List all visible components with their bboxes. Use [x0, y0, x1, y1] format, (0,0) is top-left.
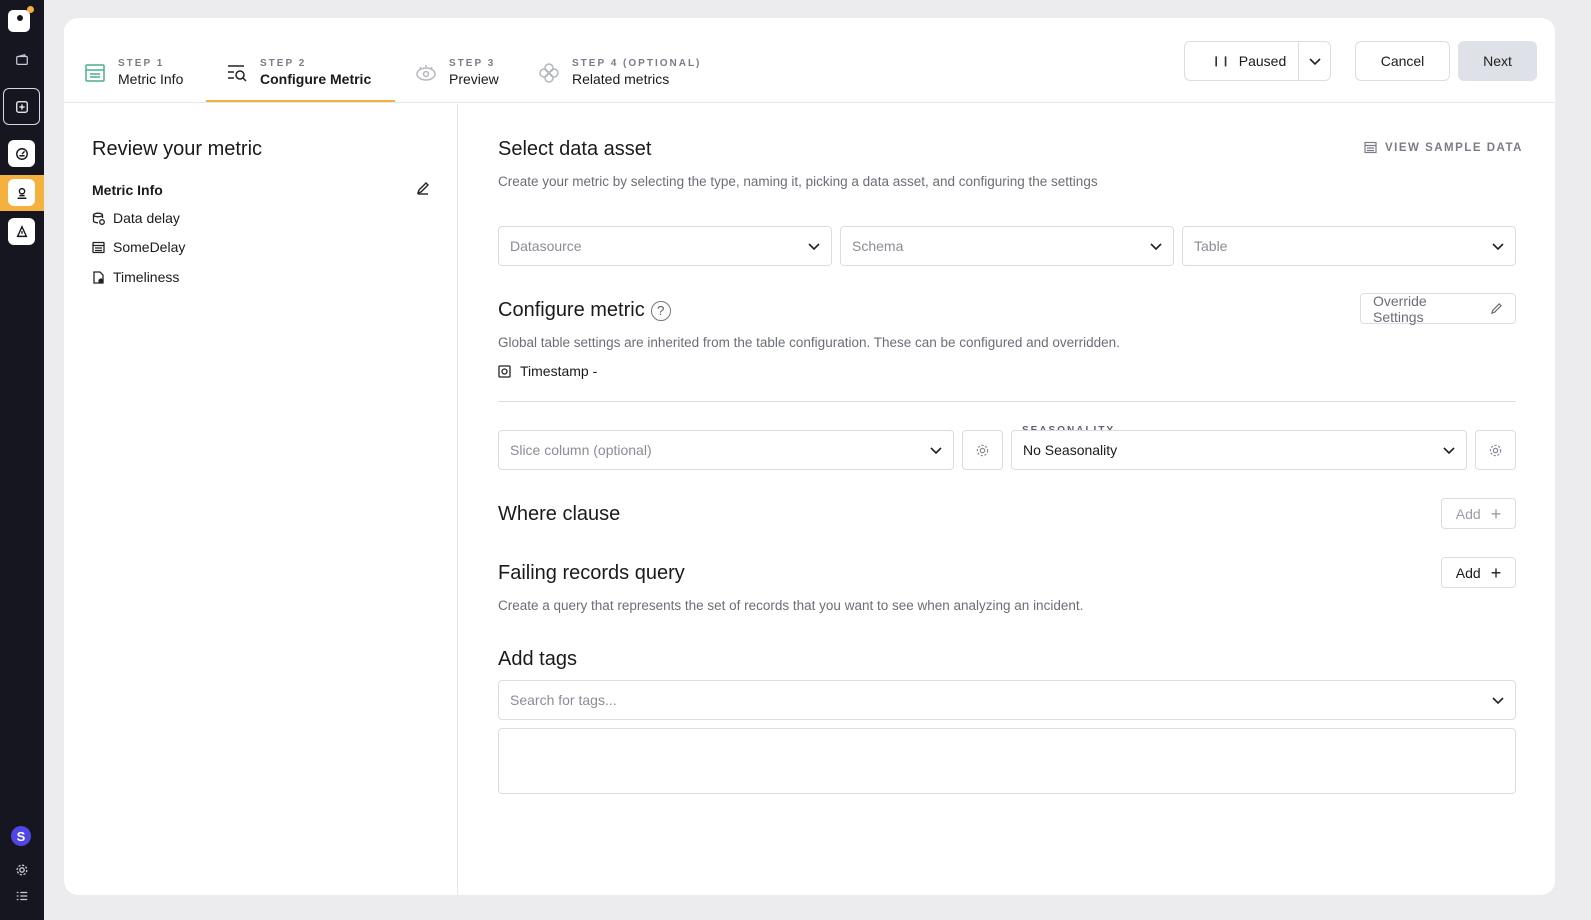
- table-icon: [1364, 141, 1377, 154]
- frame-select-icon[interactable]: [3, 88, 40, 125]
- gear-icon: [976, 444, 989, 456]
- status-dropdown[interactable]: ❙❙ Paused: [1184, 41, 1331, 81]
- review-item-somedelay: SomeDelay: [92, 239, 185, 255]
- plus-icon: +: [1490, 562, 1502, 583]
- tags-area[interactable]: [498, 728, 1516, 794]
- chevron-down-icon: [1443, 447, 1455, 455]
- divider: [498, 401, 1516, 402]
- review-item-data-delay: Data delay: [92, 210, 180, 226]
- slice-column-select[interactable]: Slice column (optional): [498, 430, 954, 470]
- step-name: Related metrics: [572, 71, 670, 87]
- review-item-label: Timeliness: [113, 269, 180, 285]
- chevron-down-icon: [930, 447, 942, 455]
- seasonality-settings-button[interactable]: [1475, 430, 1516, 470]
- list-icon[interactable]: [8, 882, 35, 909]
- step-metric-info[interactable]: STEP 1 Metric Info: [84, 58, 183, 88]
- table-icon: [92, 241, 105, 253]
- chevron-down-icon: [808, 243, 820, 251]
- monitor-icon[interactable]: [8, 179, 35, 206]
- step-label: STEP 4 (OPTIONAL): [572, 58, 702, 69]
- step-related-metrics[interactable]: STEP 4 (OPTIONAL) Related metrics: [538, 58, 701, 88]
- cancel-button[interactable]: Cancel: [1355, 41, 1450, 81]
- status-button[interactable]: ❙❙ Paused: [1185, 53, 1298, 69]
- failing-records-title: Failing records query: [498, 562, 685, 584]
- chevron-down-icon: [1150, 243, 1162, 251]
- seasonality-select[interactable]: No Seasonality: [1011, 430, 1467, 470]
- chevron-down-icon: [1492, 697, 1504, 705]
- active-step-underline: [206, 100, 395, 102]
- chevron-down-icon: [1492, 243, 1504, 251]
- table-select[interactable]: Table: [1182, 226, 1516, 266]
- step-configure-metric[interactable]: STEP 2 Configure Metric: [226, 58, 371, 88]
- view-sample-data-link[interactable]: VIEW SAMPLE DATA: [1364, 141, 1523, 154]
- gear-icon: [1489, 444, 1502, 456]
- configure-search-icon: [226, 62, 248, 84]
- timestamp-icon: [498, 364, 511, 378]
- avatar[interactable]: S: [11, 826, 31, 846]
- settings-icon[interactable]: [8, 856, 35, 883]
- data-delay-icon: [92, 212, 105, 225]
- status-label: Paused: [1238, 53, 1287, 69]
- chevron-down-icon[interactable]: [1299, 54, 1330, 68]
- slice-settings-button[interactable]: [962, 430, 1003, 470]
- step-label: STEP 2: [260, 58, 307, 69]
- failing-records-description: Create a query that represents the set o…: [498, 598, 1084, 613]
- step-preview[interactable]: STEP 3 Preview: [415, 58, 499, 88]
- metric-editor-card: STEP 1 Metric Info STEP 2 Configure Metr…: [64, 18, 1555, 895]
- table-icon: [84, 62, 106, 84]
- logo-icon[interactable]: [8, 6, 34, 32]
- add-failing-records-button[interactable]: Add +: [1441, 557, 1516, 588]
- data-asset-title: Select data asset: [498, 138, 652, 160]
- review-panel: Review your metric Metric Info Data dela…: [64, 104, 458, 895]
- wallet-icon[interactable]: [8, 46, 35, 73]
- configure-metric-title: Configure metric?: [498, 299, 671, 322]
- help-icon[interactable]: ?: [650, 300, 671, 321]
- add-where-clause-button[interactable]: Add +: [1441, 498, 1516, 529]
- configure-description: Global table settings are inherited from…: [498, 335, 1120, 350]
- metric-info-heading: Metric Info: [92, 182, 163, 198]
- related-icon: [538, 62, 560, 84]
- step-name: Preview: [449, 71, 499, 87]
- timeliness-icon: [93, 270, 104, 284]
- step-name: Metric Info: [118, 71, 184, 87]
- app-rail: S: [0, 0, 44, 920]
- data-asset-description: Create your metric by selecting the type…: [498, 174, 1098, 189]
- review-item-label: Data delay: [113, 210, 180, 226]
- tags-search-input[interactable]: Search for tags...: [498, 680, 1516, 720]
- step-label: STEP 3: [449, 58, 496, 69]
- eye-icon: [415, 62, 437, 84]
- review-title: Review your metric: [92, 138, 263, 160]
- dashboard-icon[interactable]: [8, 140, 35, 167]
- review-item-timeliness: Timeliness: [92, 269, 179, 285]
- step-label: STEP 1: [118, 58, 165, 69]
- review-item-label: SomeDelay: [113, 239, 186, 255]
- alert-icon[interactable]: [8, 218, 35, 245]
- schema-select[interactable]: Schema: [840, 226, 1174, 266]
- add-tags-title: Add tags: [498, 648, 577, 670]
- timestamp-setting: Timestamp -: [498, 363, 597, 379]
- wizard-header: STEP 1 Metric Info STEP 2 Configure Metr…: [64, 18, 1555, 103]
- step-name: Configure Metric: [260, 71, 372, 87]
- override-settings-button[interactable]: Override Settings: [1360, 293, 1516, 325]
- pause-icon: ❙❙: [1212, 55, 1231, 67]
- where-clause-title: Where clause: [498, 503, 621, 525]
- plus-icon: +: [1490, 503, 1502, 524]
- datasource-select[interactable]: Datasource: [498, 226, 832, 266]
- next-button[interactable]: Next: [1458, 41, 1537, 81]
- edit-icon: [1491, 303, 1503, 315]
- edit-icon[interactable]: [416, 181, 430, 195]
